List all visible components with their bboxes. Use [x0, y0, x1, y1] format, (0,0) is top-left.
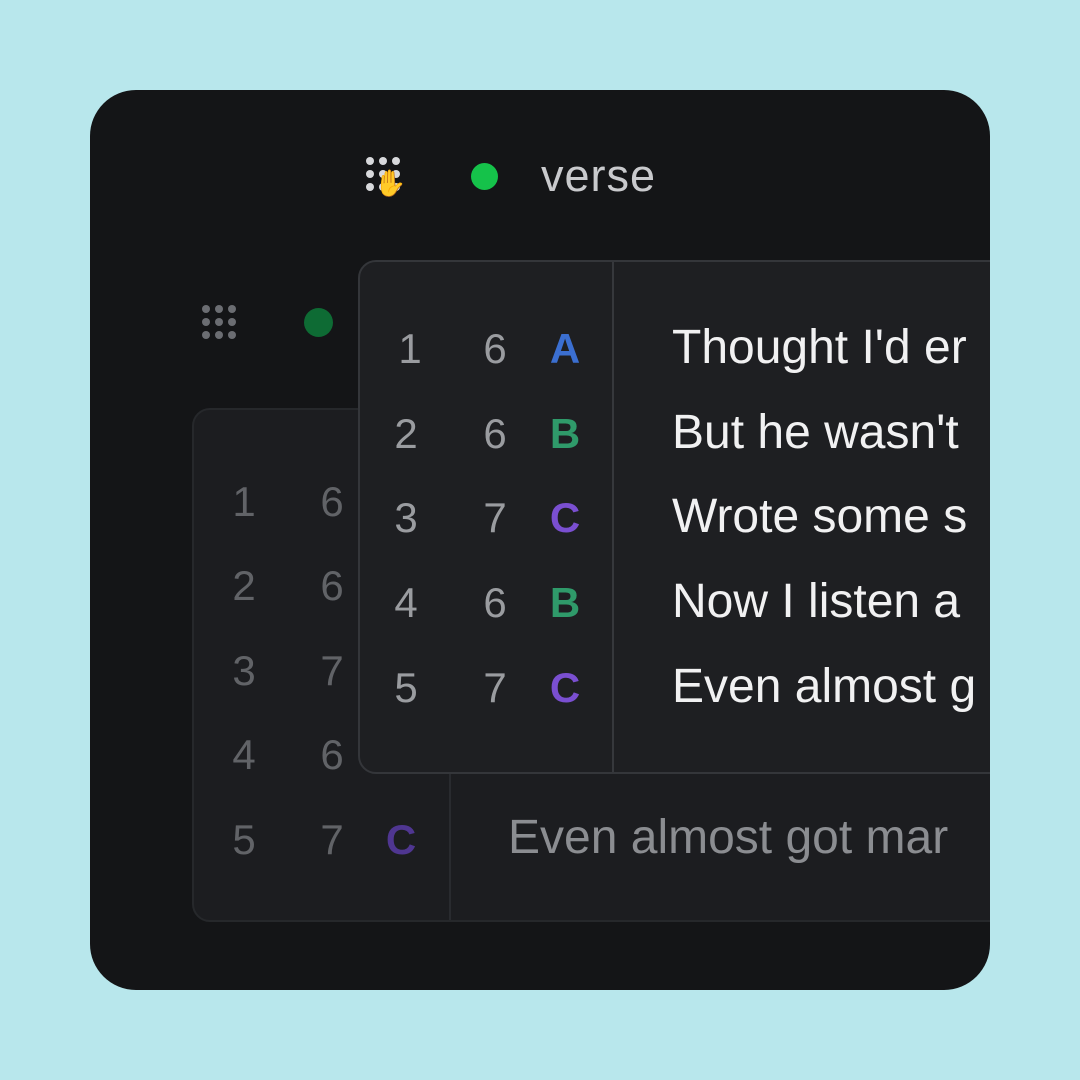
lyric-line[interactable]: Even almost g — [672, 659, 976, 714]
line-number: 4 — [394, 579, 418, 626]
line-number: 5 — [394, 664, 418, 711]
syllable-count: 7 — [483, 494, 507, 541]
syllable-count: 6 — [320, 562, 344, 609]
line-number: 3 — [232, 647, 256, 694]
rhyme-letter: B — [549, 579, 581, 626]
status-dot-back — [304, 308, 333, 337]
status-dot — [471, 163, 498, 190]
line-number: 1 — [232, 478, 256, 525]
line-number: 2 — [232, 562, 256, 609]
line-number: 2 — [394, 410, 418, 457]
syllable-count: 6 — [483, 410, 507, 457]
lyric-line[interactable]: Thought I'd er — [672, 320, 967, 375]
line-number: 3 — [394, 494, 418, 541]
rhyme-letter: B — [549, 410, 581, 457]
syllable-count: 7 — [320, 647, 344, 694]
syllable-count: 7 — [483, 664, 507, 711]
line-number: 1 — [398, 325, 422, 372]
rhyme-letter: A — [549, 325, 581, 372]
syllable-count: 6 — [320, 478, 344, 525]
verse-panel-front[interactable]: 1 6 A Thought I'd er 2 6 B But he wasn't… — [358, 260, 990, 774]
app-window: ✋ verse 1 6 2 6 3 7 4 6 5 7 C Even almos… — [90, 90, 990, 990]
lyric-line[interactable]: Wrote some s — [672, 489, 967, 544]
line-number: 5 — [232, 816, 256, 863]
syllable-count: 6 — [483, 325, 507, 372]
syllable-count: 6 — [483, 579, 507, 626]
section-title[interactable]: verse — [541, 150, 656, 202]
syllable-count: 7 — [320, 816, 344, 863]
lyric-line[interactable]: Now I listen a — [672, 574, 960, 629]
line-number: 4 — [232, 731, 256, 778]
rhyme-letter: C — [549, 664, 581, 711]
syllable-count: 6 — [320, 731, 344, 778]
grab-hand-icon: ✋ — [374, 168, 407, 198]
drag-handle-icon-back[interactable] — [202, 305, 236, 339]
rhyme-letter: C — [549, 494, 581, 541]
lyric-line[interactable]: But he wasn't — [672, 405, 959, 460]
panel-divider — [612, 262, 614, 772]
rhyme-letter: C — [385, 816, 417, 863]
lyric-line[interactable]: Even almost got mar — [508, 810, 948, 865]
